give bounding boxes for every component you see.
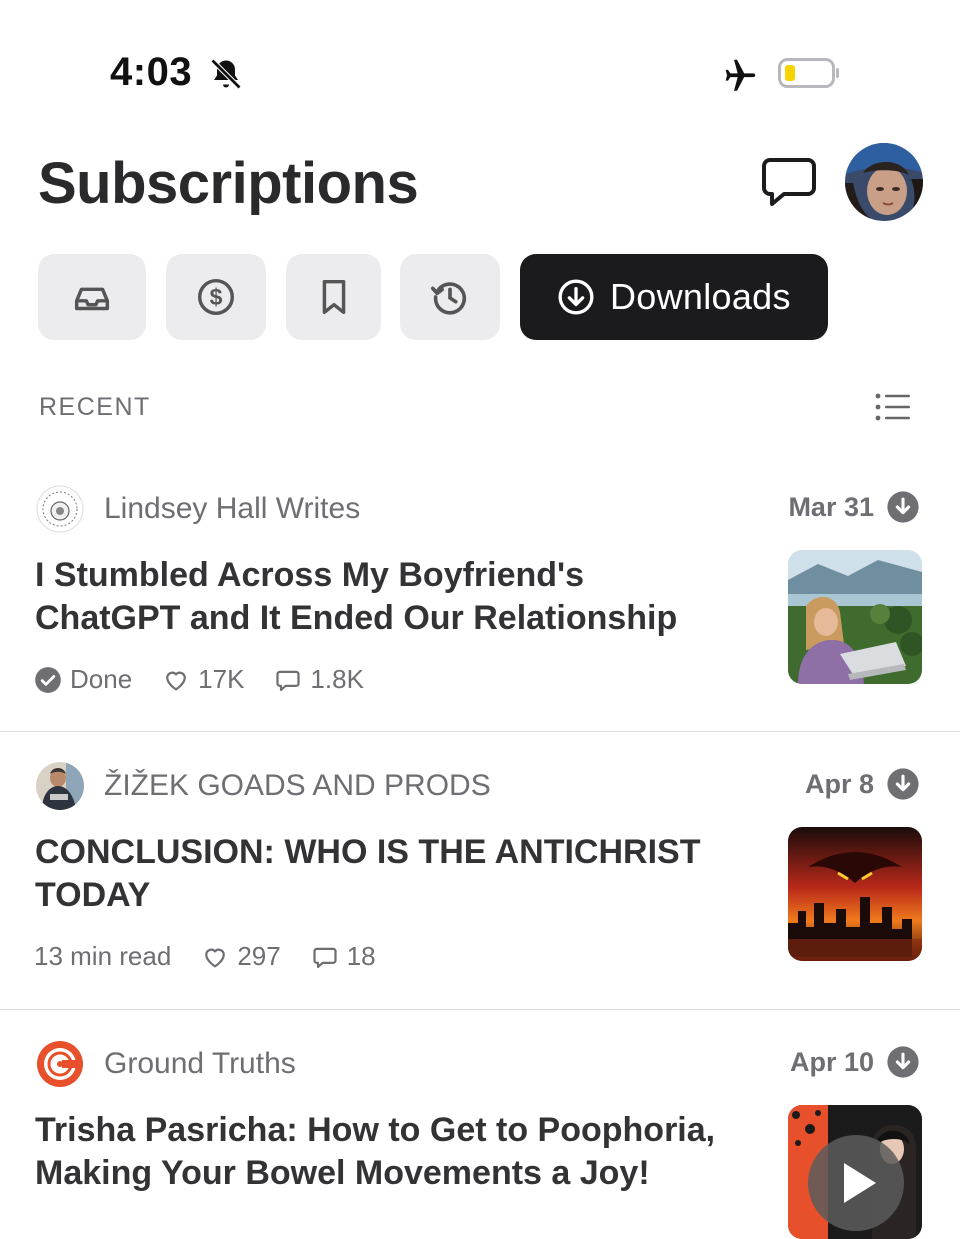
dollar-circle-icon: $ xyxy=(197,278,235,316)
list-view-icon[interactable] xyxy=(872,390,914,424)
publication-logo xyxy=(36,485,84,533)
divider xyxy=(0,1009,960,1010)
downloaded-icon xyxy=(887,491,919,523)
inbox-tray-icon xyxy=(74,287,110,311)
post-item[interactable]: Ground Truths Apr 10 Trisha Pasricha: Ho… xyxy=(0,1039,960,1239)
history-filter-button[interactable] xyxy=(400,254,500,340)
downloads-label: Downloads xyxy=(610,276,791,317)
like-button[interactable]: 297 xyxy=(201,941,281,972)
inbox-filter-button[interactable] xyxy=(38,254,146,340)
publication-name[interactable]: ŽIŽEK GOADS AND PRODS xyxy=(104,769,491,803)
publication-logo xyxy=(36,762,84,810)
battery-icon xyxy=(778,58,839,88)
airplane-mode-icon xyxy=(725,59,756,91)
publication-row: ŽIŽEK GOADS AND PRODS xyxy=(36,761,491,811)
publication-name[interactable]: Lindsey Hall Writes xyxy=(104,492,360,526)
post-thumbnail[interactable] xyxy=(788,550,922,684)
svg-text:$: $ xyxy=(210,284,223,310)
comment-button[interactable]: 1.8K xyxy=(274,664,364,695)
publication-row: Ground Truths xyxy=(36,1039,296,1089)
publication-name[interactable]: Ground Truths xyxy=(104,1047,296,1081)
like-button[interactable]: 17K xyxy=(162,664,244,695)
page-title: Subscriptions xyxy=(38,151,419,216)
post-thumbnail[interactable] xyxy=(788,1105,922,1239)
comment-icon xyxy=(313,947,337,968)
post-date: Mar 31 xyxy=(788,491,874,522)
post-title[interactable]: CONCLUSION: WHO IS THE ANTICHRIST TODAY xyxy=(35,831,735,917)
post-meta: Done 17K 1.8K xyxy=(34,664,394,695)
paid-filter-button[interactable]: $ xyxy=(166,254,266,340)
check-circle-icon xyxy=(35,666,61,693)
post-title[interactable]: I Stumbled Across My Boyfriend's ChatGPT… xyxy=(35,554,735,640)
post-title[interactable]: Trisha Pasricha: How to Get to Poophoria… xyxy=(35,1109,735,1195)
publication-logo xyxy=(36,1040,84,1088)
comment-button[interactable]: 18 xyxy=(311,941,376,972)
read-time: 13 min read xyxy=(34,941,172,971)
section-label: RECENT xyxy=(39,393,151,421)
read-status: Done xyxy=(34,664,132,695)
downloaded-icon xyxy=(887,768,919,800)
download-circle-icon xyxy=(558,279,594,315)
status-time: 4:03 xyxy=(110,50,193,94)
date-row: Apr 10 xyxy=(790,1045,920,1079)
post-item[interactable]: Lindsey Hall Writes Mar 31 I Stumbled Ac… xyxy=(0,484,960,724)
downloaded-icon xyxy=(887,1046,919,1078)
post-thumbnail[interactable] xyxy=(788,827,922,961)
history-clock-icon xyxy=(430,282,467,315)
chat-icon[interactable] xyxy=(760,154,818,210)
heart-icon xyxy=(166,671,187,690)
heart-icon xyxy=(205,948,226,967)
date-row: Apr 8 xyxy=(805,767,920,801)
saved-filter-button[interactable] xyxy=(286,254,381,340)
divider xyxy=(0,731,960,732)
bell-muted-icon xyxy=(210,58,242,90)
post-date: Apr 8 xyxy=(804,768,874,799)
comment-icon xyxy=(276,670,301,691)
downloads-filter-button[interactable]: Downloads xyxy=(520,254,828,340)
bookmark-icon xyxy=(322,279,345,315)
post-date: Apr 10 xyxy=(789,1046,874,1077)
post-item[interactable]: ŽIŽEK GOADS AND PRODS Apr 8 CONCLUSION: … xyxy=(0,761,960,1001)
publication-row: Lindsey Hall Writes xyxy=(36,484,360,534)
profile-avatar[interactable] xyxy=(845,143,923,221)
date-row: Mar 31 xyxy=(788,490,920,524)
post-meta: 13 min read 297 18 xyxy=(34,941,406,972)
